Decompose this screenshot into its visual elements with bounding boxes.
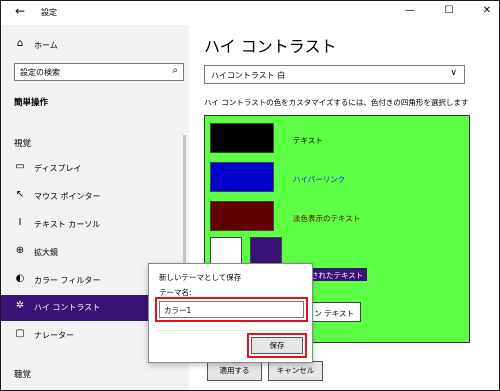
- monitor-icon: ▭: [15, 161, 25, 172]
- sidebar-item-label: ナレーター: [34, 331, 74, 340]
- search-icon[interactable]: ⌕: [172, 65, 178, 76]
- theme-name-input[interactable]: カラー1: [159, 301, 304, 318]
- color-filter-icon: ◐: [15, 273, 25, 284]
- narrator-icon: ▢: [15, 328, 25, 339]
- sidebar-item-label: ホーム: [34, 41, 58, 50]
- button-text-label: ン テキスト: [314, 309, 354, 318]
- swatch-text[interactable]: [210, 123, 274, 153]
- sidebar-item-label: カラー フィルター: [34, 276, 101, 285]
- dialog-divider: [155, 330, 308, 331]
- swatch-label-hyperlink: ハイパーリンク: [293, 175, 346, 184]
- back-arrow-icon[interactable]: ←: [15, 4, 25, 18]
- search-input[interactable]: 設定の検索 ⌕: [14, 63, 184, 81]
- save-theme-dialog: 新しいテーマとして保存 テーマ名: カラー1 保存: [148, 263, 313, 363]
- category-vision: 視覚: [14, 139, 32, 149]
- app-title: 設定: [41, 8, 57, 17]
- swatch-hyperlink[interactable]: [210, 162, 274, 192]
- swatch-label-disabled-text: 淡色表示のテキスト: [293, 214, 361, 223]
- sidebar-item-label: テキスト カーソル: [34, 220, 101, 229]
- page-title: ハイ コントラスト: [204, 37, 337, 56]
- high-contrast-icon: ✲: [15, 300, 25, 311]
- maximize-icon[interactable]: ☐: [442, 5, 456, 16]
- category-hearing: 聴覚: [14, 370, 32, 380]
- section-title: 簡単操作: [14, 98, 49, 108]
- sidebar-item-mouse-pointer[interactable]: ↖ マウス ポインター: [1, 184, 189, 210]
- customize-description: ハイ コントラストの色をカスタマイズするには、色付きの四角形を選択します: [204, 98, 469, 107]
- mouse-pointer-icon: ↖: [15, 189, 25, 200]
- apply-button[interactable]: 適用する: [207, 361, 262, 381]
- close-icon[interactable]: ✕: [480, 5, 494, 16]
- chevron-down-icon: ∨: [450, 68, 457, 78]
- save-button-highlight: 保存: [247, 333, 307, 358]
- sidebar-item-text-cursor[interactable]: I テキスト カーソル: [1, 212, 189, 238]
- minimize-icon[interactable]: —: [403, 5, 417, 16]
- magnifier-icon: ⊕: [15, 245, 25, 256]
- settings-window: ← 設定 — ☐ ✕ ⌂ ホーム 設定の検索 ⌕ 簡単操作 視覚 ▭ ディスプレ…: [0, 0, 500, 391]
- cancel-button[interactable]: キャンセル: [268, 361, 323, 381]
- sidebar-item-display[interactable]: ▭ ディスプレイ: [1, 156, 189, 182]
- theme-name-highlight: カラー1: [155, 297, 308, 322]
- search-placeholder: 設定の検索: [20, 68, 60, 77]
- home-icon: ⌂: [16, 38, 24, 49]
- swatch-disabled-text[interactable]: [210, 201, 274, 231]
- sidebar-item-home[interactable]: ⌂ ホーム: [1, 33, 189, 59]
- sidebar-item-label: マウス ポインター: [34, 192, 101, 201]
- text-cursor-icon: I: [18, 217, 22, 228]
- sidebar-item-label: ハイ コントラスト: [34, 303, 101, 312]
- swatch-label-text: テキスト: [293, 136, 323, 145]
- title-bar: ← 設定 — ☐ ✕: [1, 1, 499, 25]
- save-button[interactable]: 保存: [251, 337, 303, 354]
- theme-select[interactable]: ハイコントラスト 白 ∨: [204, 65, 465, 84]
- sidebar-item-label: 拡大鏡: [34, 248, 58, 257]
- theme-select-value: ハイコントラスト 白: [211, 71, 286, 80]
- sidebar-item-label: ディスプレイ: [34, 164, 82, 173]
- dialog-title: 新しいテーマとして保存: [159, 273, 242, 282]
